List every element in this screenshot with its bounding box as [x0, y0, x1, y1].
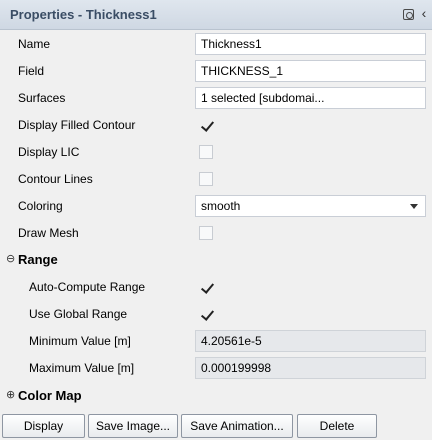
- expand-icon[interactable]: ⊕: [6, 390, 15, 401]
- delete-button[interactable]: Delete: [297, 414, 377, 438]
- use-global-range-row: Use Global Range: [0, 301, 432, 328]
- close-icon[interactable]: ‹: [418, 5, 430, 21]
- display-button[interactable]: Display: [2, 414, 85, 438]
- color-map-section-header[interactable]: ⊕ Color Map: [0, 385, 432, 407]
- surfaces-label: Surfaces: [18, 91, 66, 105]
- coloring-row: Coloring smooth: [0, 193, 432, 220]
- auto-compute-range-row: Auto-Compute Range: [0, 274, 432, 301]
- contour-lines-label: Contour Lines: [18, 172, 93, 186]
- contour-lines-checkbox[interactable]: [199, 172, 213, 186]
- coloring-label: Coloring: [18, 199, 63, 213]
- display-filled-contour-label: Display Filled Contour: [18, 118, 136, 132]
- maximum-value-field: 0.000199998: [195, 357, 426, 379]
- auto-compute-range-checkbox[interactable]: [199, 280, 213, 294]
- name-input[interactable]: Thickness1: [195, 33, 426, 55]
- display-filled-contour-row: Display Filled Contour: [0, 112, 432, 139]
- display-filled-contour-checkbox[interactable]: [199, 118, 213, 132]
- draw-mesh-checkbox[interactable]: [199, 226, 213, 240]
- field-label: Field: [18, 64, 45, 78]
- contour-lines-row: Contour Lines: [0, 166, 432, 193]
- minimum-value-row: Minimum Value [m] 4.20561e-5: [0, 328, 432, 355]
- panel-titlebar: Properties - Thickness1 ‹: [0, 0, 432, 30]
- panel-title: Properties - Thickness1: [10, 7, 157, 22]
- display-lic-label: Display LIC: [18, 145, 80, 159]
- auto-compute-range-label: Auto-Compute Range: [29, 280, 146, 294]
- name-row: Name Thickness1: [0, 31, 432, 58]
- minimum-value-field: 4.20561e-5: [195, 330, 426, 352]
- chevron-down-icon: [410, 204, 418, 209]
- display-lic-row: Display LIC: [0, 139, 432, 166]
- range-section-header[interactable]: ⊖ Range: [0, 249, 432, 271]
- name-label: Name: [18, 37, 51, 51]
- range-section-title: Range: [18, 252, 58, 267]
- save-animation-button[interactable]: Save Animation...: [181, 414, 293, 438]
- coloring-select[interactable]: smooth: [195, 195, 426, 217]
- collapse-icon[interactable]: ⊖: [6, 254, 15, 265]
- use-global-range-checkbox[interactable]: [199, 307, 213, 321]
- surfaces-input[interactable]: 1 selected [subdomai...: [195, 87, 426, 109]
- minimum-value-label: Minimum Value [m]: [29, 334, 131, 348]
- draw-mesh-label: Draw Mesh: [18, 226, 79, 240]
- draw-mesh-row: Draw Mesh: [0, 220, 432, 247]
- use-global-range-label: Use Global Range: [29, 307, 128, 321]
- color-map-section-title: Color Map: [18, 388, 82, 403]
- maximum-value-row: Maximum Value [m] 0.000199998: [0, 355, 432, 382]
- maximum-value-label: Maximum Value [m]: [29, 361, 135, 375]
- save-image-button[interactable]: Save Image...: [88, 414, 178, 438]
- coloring-selected-value: smooth: [201, 199, 241, 213]
- float-panel-icon[interactable]: [403, 9, 414, 20]
- field-row: Field THICKNESS_1: [0, 58, 432, 85]
- field-input[interactable]: THICKNESS_1: [195, 60, 426, 82]
- surfaces-row: Surfaces 1 selected [subdomai...: [0, 85, 432, 112]
- display-lic-checkbox[interactable]: [199, 145, 213, 159]
